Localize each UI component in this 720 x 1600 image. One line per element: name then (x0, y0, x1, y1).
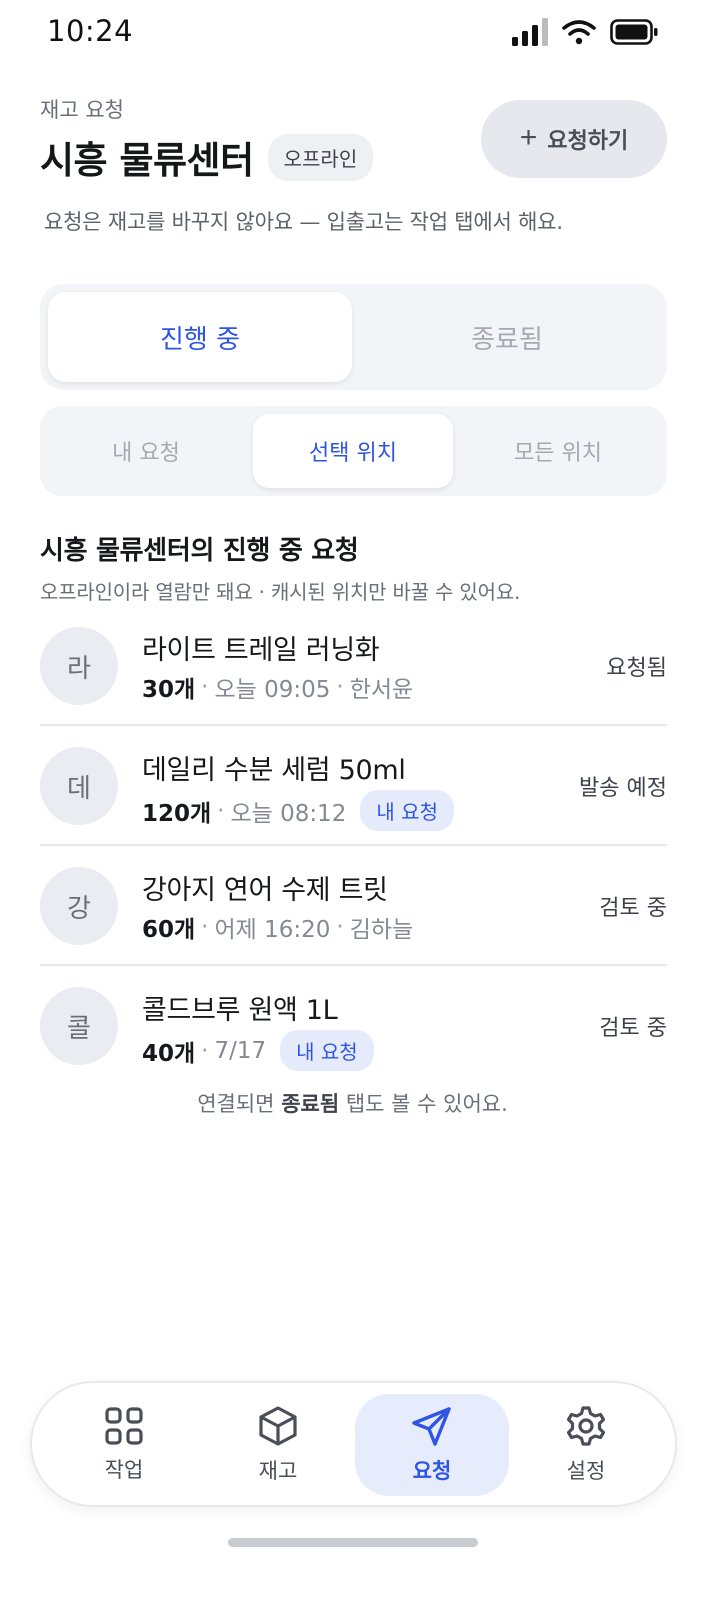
status-icons (512, 18, 658, 46)
nav-label: 요청 (412, 1459, 452, 1483)
bottom-nav: 작업 재고 요청 설정 (30, 1381, 677, 1507)
request-status: 발송 예정 (579, 776, 667, 801)
plus-icon: + (519, 120, 538, 154)
nav-item-work[interactable]: 작업 (47, 1394, 201, 1496)
avatar: 라 (40, 627, 118, 705)
request-row[interactable]: 데 데일리 수분 세럼 50ml 120개 · 오늘 08:12 내 요청 발송… (40, 726, 667, 846)
request-quantity: 40개 (142, 1040, 196, 1067)
my-request-badge: 내 요청 (280, 1030, 374, 1071)
page-subtitle: 요청은 재고를 바꾸지 않아요 — 입출고는 작업 탭에서 해요. (44, 210, 563, 234)
request-time: 7/17 (214, 1037, 267, 1064)
title-row: 시흥 물류센터 오프라인 (40, 130, 374, 184)
box-icon (259, 1406, 297, 1446)
section-title: 시흥 물류센터의 진행 중 요청 (40, 536, 359, 566)
separator: · (336, 914, 344, 940)
request-status: 요청됨 (606, 656, 667, 681)
tab-selected-location[interactable]: 선택 위치 (253, 414, 453, 488)
offline-badge: 오프라인 (267, 133, 374, 181)
footer-note-prefix: 연결되면 (197, 1092, 282, 1116)
new-request-label: 요청하기 (547, 128, 629, 153)
request-row[interactable]: 콜 콜드브루 원액 1L 40개 · 7/17 내 요청 검토 중 (40, 966, 667, 1086)
status-time: 10:24 (47, 14, 134, 48)
separator: · (336, 674, 344, 700)
page-title: 시흥 물류센터 (40, 139, 254, 182)
request-quantity: 120개 (142, 800, 212, 827)
home-indicator (228, 1538, 478, 1547)
request-time: 오늘 08:12 (230, 800, 347, 827)
gear-icon (566, 1406, 606, 1446)
tab-in-progress[interactable]: 진행 중 (48, 292, 352, 382)
nav-label: 작업 (104, 1458, 144, 1482)
scope-tabs: 내 요청 선택 위치 모든 위치 (40, 406, 667, 496)
separator: · (217, 797, 225, 824)
request-quantity: 30개 (142, 677, 196, 703)
separator: · (201, 914, 209, 940)
status-tabs: 진행 중 종료됨 (40, 284, 667, 390)
avatar: 콜 (40, 987, 118, 1065)
request-status: 검토 중 (599, 896, 667, 921)
request-row[interactable]: 라 라이트 트레일 러닝화 30개 · 오늘 09:05 · 한서윤 요청됨 (40, 606, 667, 726)
footer-note-suffix: 탭도 볼 수 있어요. (339, 1092, 508, 1116)
nav-item-requests[interactable]: 요청 (355, 1394, 509, 1496)
battery-icon (610, 19, 658, 45)
send-icon (412, 1407, 451, 1446)
nav-label: 설정 (566, 1459, 606, 1483)
section-subtitle: 오프라인이라 열람만 돼요 · 캐시된 위치만 바꿀 수 있어요. (40, 580, 521, 604)
request-row[interactable]: 강 강아지 연어 수제 트릿 60개 · 어제 16:20 · 김하늘 검토 중 (40, 846, 667, 966)
grid-icon (105, 1407, 143, 1445)
wifi-icon (562, 20, 596, 45)
cellular-signal-icon (512, 18, 548, 46)
request-quantity: 60개 (142, 917, 196, 943)
nav-item-inventory[interactable]: 재고 (201, 1394, 355, 1496)
tab-all-locations[interactable]: 모든 위치 (458, 414, 658, 488)
request-meta: 120개 · 오늘 08:12 내 요청 (142, 790, 454, 831)
request-item-name: 강아지 연어 수제 트릿 (142, 875, 388, 906)
nav-item-settings[interactable]: 설정 (509, 1394, 663, 1496)
tab-closed[interactable]: 종료됨 (355, 292, 659, 382)
requester-name: 한서윤 (349, 677, 414, 703)
avatar: 데 (40, 747, 118, 825)
footer-note-closed-tab: 종료됨 (281, 1092, 340, 1116)
my-request-badge: 내 요청 (360, 790, 454, 831)
request-meta: 40개 · 7/17 내 요청 (142, 1030, 374, 1071)
request-list: 라 라이트 트레일 러닝화 30개 · 오늘 09:05 · 한서윤 요청됨 데… (40, 606, 667, 1086)
request-status: 검토 중 (599, 1016, 667, 1041)
request-item-name: 라이트 트레일 러닝화 (142, 635, 380, 666)
request-time: 어제 16:20 (214, 917, 331, 943)
request-item-name: 데일리 수분 세럼 50ml (142, 755, 406, 786)
page-eyebrow: 재고 요청 (40, 98, 124, 122)
request-meta: 60개 · 어제 16:20 · 김하늘 (142, 910, 413, 944)
footer-note: 연결되면 종료됨 탭도 볼 수 있어요. (0, 1088, 705, 1118)
request-item-name: 콜드브루 원액 1L (142, 995, 338, 1026)
requester-name: 김하늘 (349, 917, 414, 943)
request-meta: 30개 · 오늘 09:05 · 한서윤 (142, 670, 413, 704)
separator: · (201, 1037, 209, 1064)
avatar: 강 (40, 867, 118, 945)
separator: · (201, 674, 209, 700)
tab-my-requests[interactable]: 내 요청 (46, 414, 246, 488)
status-bar: 10:24 (0, 0, 720, 70)
nav-label: 재고 (258, 1459, 298, 1483)
request-time: 오늘 09:05 (214, 677, 331, 703)
new-request-button[interactable]: + 요청하기 (481, 100, 667, 178)
